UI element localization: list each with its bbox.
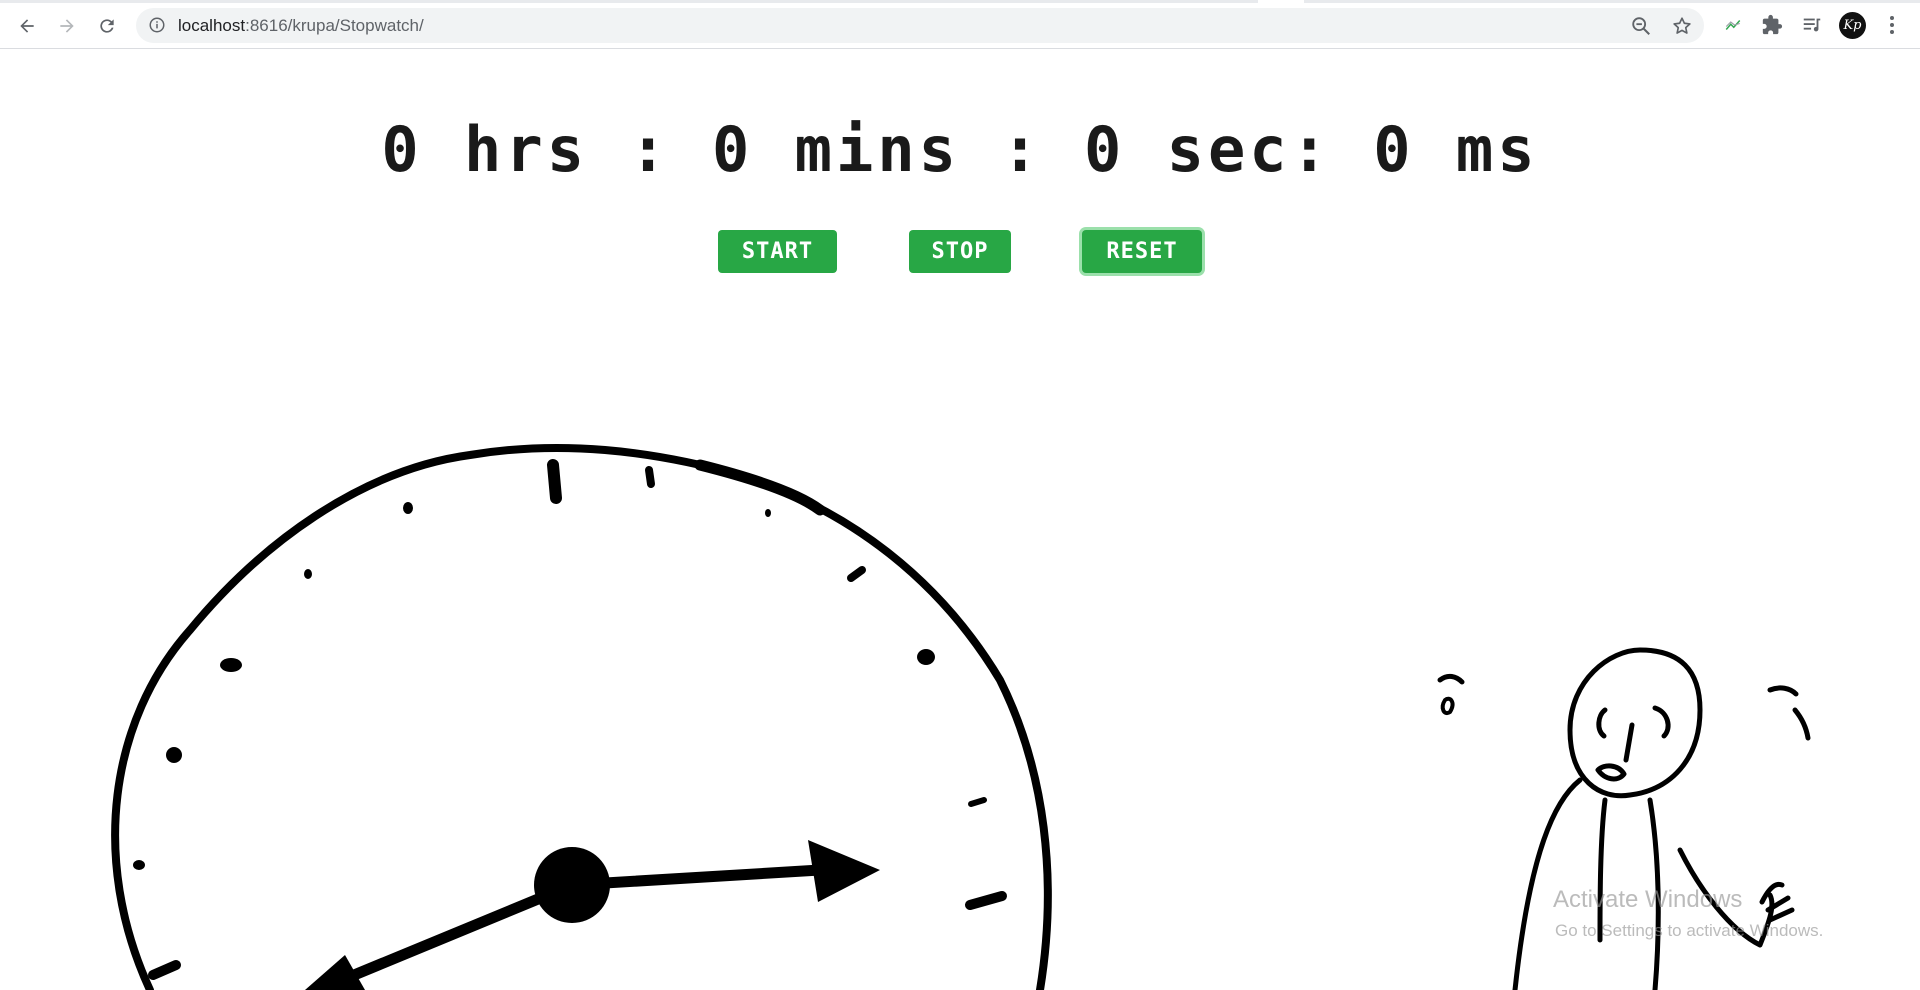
- reload-button[interactable]: [90, 9, 124, 43]
- start-button[interactable]: START: [718, 230, 837, 273]
- url-path: :8616/krupa/Stopwatch/: [245, 16, 424, 35]
- url-host: localhost: [178, 16, 246, 35]
- zoom-button[interactable]: [1630, 15, 1652, 37]
- clock-face-drawing: [111, 443, 1052, 990]
- url-text[interactable]: localhost:8616/krupa/Stopwatch/: [178, 8, 424, 43]
- forward-arrow-icon: [60, 19, 74, 33]
- forward-button[interactable]: [50, 9, 84, 43]
- chart-extension-icon: [1725, 20, 1741, 30]
- back-arrow-icon: [20, 19, 34, 33]
- reload-icon: [100, 19, 114, 33]
- media-queue-icon: [1803, 18, 1821, 32]
- profile-avatar[interactable]: Kp: [1839, 12, 1866, 39]
- puzzle-icon: [1762, 14, 1783, 35]
- activation-watermark-title: Activate Windows: [1553, 886, 1743, 913]
- stopwatch-display: 0 hrs : 0 mins : 0 sec: 0 ms: [381, 113, 1539, 186]
- activation-watermark-subtitle: Go to Settings to activate Windows.: [1555, 921, 1824, 940]
- kebab-menu-icon[interactable]: [1882, 14, 1902, 36]
- tab-strip-edge: [0, 0, 1920, 3]
- zoom-out-icon: [1632, 17, 1650, 35]
- stop-button[interactable]: STOP: [909, 230, 1011, 273]
- extensions-button[interactable]: [1760, 13, 1784, 37]
- extension-button[interactable]: [1721, 13, 1745, 37]
- reset-button[interactable]: RESET: [1082, 230, 1202, 273]
- bookmark-button[interactable]: [1671, 15, 1693, 37]
- back-button[interactable]: [10, 9, 44, 43]
- info-icon[interactable]: [148, 16, 166, 34]
- address-bar[interactable]: localhost:8616/krupa/Stopwatch/: [136, 8, 1704, 43]
- active-tab-edge: [1258, 0, 1304, 3]
- star-icon: [1673, 17, 1691, 34]
- browser-toolbar: localhost:8616/krupa/Stopwatch/ Kp: [0, 0, 1920, 49]
- media-button[interactable]: [1800, 13, 1824, 37]
